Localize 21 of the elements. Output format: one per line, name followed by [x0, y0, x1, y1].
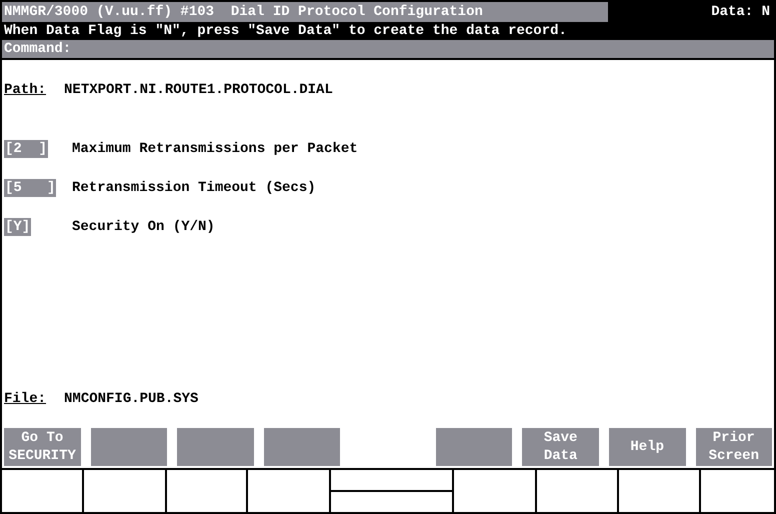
file-value: NMCONFIG.PUB.SYS: [64, 390, 198, 409]
path-label: Path:: [4, 81, 46, 100]
file-label: File:: [4, 390, 46, 409]
input-field[interactable]: [2 ]: [4, 140, 48, 158]
function-key[interactable]: [436, 428, 512, 466]
field-label: Retransmission Timeout (Secs): [72, 178, 316, 198]
function-key[interactable]: Save Data: [522, 428, 599, 466]
function-key[interactable]: [90, 428, 168, 466]
function-key[interactable]: Help: [608, 428, 686, 466]
field-label: Maximum Retransmissions per Packet: [72, 140, 358, 158]
function-key[interactable]: [264, 428, 340, 466]
path-value: NETXPORT.NI.ROUTE1.PROTOCOL.DIAL: [64, 81, 333, 100]
instruction-message: When Data Flag is "N", press "Save Data" to create the data record.: [3, 22, 568, 40]
input-field[interactable]: [5 ]: [4, 178, 56, 196]
function-key[interactable]: [177, 428, 254, 466]
field-label: Security On (Y/N): [72, 218, 215, 236]
screen-title: NMMGR/3000 (V.uu.ff) #103 Dial ID Protocol Configuration: [2, 2, 608, 22]
function-key[interactable]: Prior Screen: [696, 428, 772, 466]
input-field[interactable]: [Y]: [4, 218, 32, 236]
function-key[interactable]: Go To SECURITY: [4, 428, 81, 466]
data-flag-text: Data: N: [710, 3, 771, 22]
